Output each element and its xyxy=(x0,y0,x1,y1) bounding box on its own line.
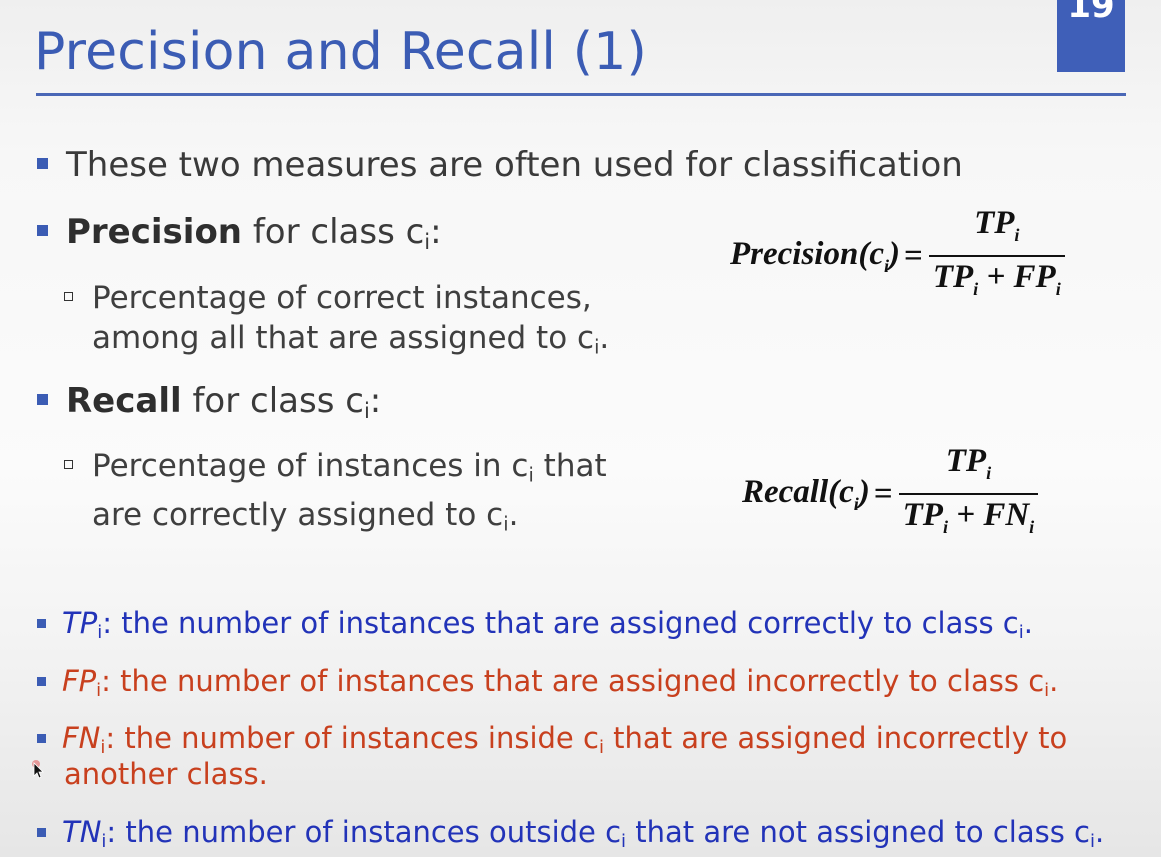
recall-detail-line1-tail: that xyxy=(533,448,607,484)
precision-detail: Percentage of correct instances, among a… xyxy=(64,278,664,367)
fn-text-line2: another class. xyxy=(64,757,268,791)
fp-term: FP xyxy=(62,664,97,698)
recall-detail-line1: Percentage of instances in c xyxy=(92,448,529,484)
precision-formula-lhs: Precision(ci) xyxy=(730,235,901,276)
tp-term: TP xyxy=(62,606,98,640)
square-bullet-icon xyxy=(37,394,48,405)
precision-formula-denominator: TPi + FPi xyxy=(932,259,1061,300)
recall-formula: Recall(ci) = TPi TPi + FNi xyxy=(742,441,1039,547)
square-bullet-icon xyxy=(37,158,48,169)
recall-formula-equals: = xyxy=(873,475,893,512)
precision-detail-line1: Percentage of correct instances, xyxy=(92,280,592,316)
precision-formula: Precision(ci) = TPi TPi + FPi xyxy=(730,203,1065,309)
tn-text: : the number of instances outside c xyxy=(106,815,622,849)
fn-text: : the number of instances inside c xyxy=(105,721,599,755)
recall-detail-line2-tail: . xyxy=(508,497,519,534)
recall-formula-numerator: TPi xyxy=(945,443,992,484)
bullet-recall: Recall for class ci: xyxy=(37,381,381,423)
square-bullet-icon xyxy=(37,828,46,837)
definition-fp: FPi: the number of instances that are as… xyxy=(37,664,1058,701)
recall-formula-denominator: TPi + FNi xyxy=(902,497,1035,538)
title-divider xyxy=(36,93,1126,96)
bullet-intro-text: These two measures are often used for cl… xyxy=(66,145,963,185)
square-bullet-icon xyxy=(37,677,46,686)
slide-number: 19 xyxy=(1067,0,1115,26)
precision-detail-line2: among all that are assigned to c xyxy=(92,320,595,356)
precision-detail-tail: . xyxy=(599,320,610,356)
recall-tail: : xyxy=(369,381,382,421)
precision-formula-numerator: TPi xyxy=(974,205,1020,246)
recall-rest: for class c xyxy=(181,381,364,421)
recall-term: Recall xyxy=(66,381,182,421)
fp-text: : the number of instances that are assig… xyxy=(101,664,1045,698)
slide-number-badge: 19 xyxy=(1057,0,1125,72)
recall-formula-fraction: TPi TPi + FNi xyxy=(898,441,1039,547)
recall-detail: Percentage of instances in ci that are c… xyxy=(64,446,664,545)
precision-formula-fraction: TPi TPi + FPi xyxy=(928,203,1065,309)
recall-detail-line2: are correctly assigned to c xyxy=(92,497,504,534)
definition-tp: TPi: the number of instances that are as… xyxy=(37,606,1033,643)
definition-fn: FNi: the number of instances inside ci t… xyxy=(37,721,1067,758)
bullet-intro: These two measures are often used for cl… xyxy=(37,145,963,185)
square-bullet-icon xyxy=(37,734,46,743)
definition-tn: TNi: the number of instances outside ci … xyxy=(37,815,1104,852)
hollow-square-bullet-icon xyxy=(64,292,73,301)
square-bullet-icon xyxy=(37,225,48,236)
precision-formula-equals: = xyxy=(904,237,923,274)
precision-tail: : xyxy=(430,212,442,252)
square-bullet-icon xyxy=(37,619,46,628)
precision-term: Precision xyxy=(66,212,243,252)
recall-formula-lhs: Recall(ci) xyxy=(742,473,870,514)
tp-text: : the number of instances that are assig… xyxy=(102,606,1019,640)
hollow-square-bullet-icon xyxy=(64,460,73,469)
mouse-pointer-icon xyxy=(32,760,44,779)
fn-term: FN xyxy=(62,721,101,755)
tn-term: TN xyxy=(62,815,102,849)
precision-rest: for class c xyxy=(242,212,425,252)
bullet-precision: Precision for class ci: xyxy=(37,212,442,254)
page-title: Precision and Recall (1) xyxy=(34,22,648,82)
